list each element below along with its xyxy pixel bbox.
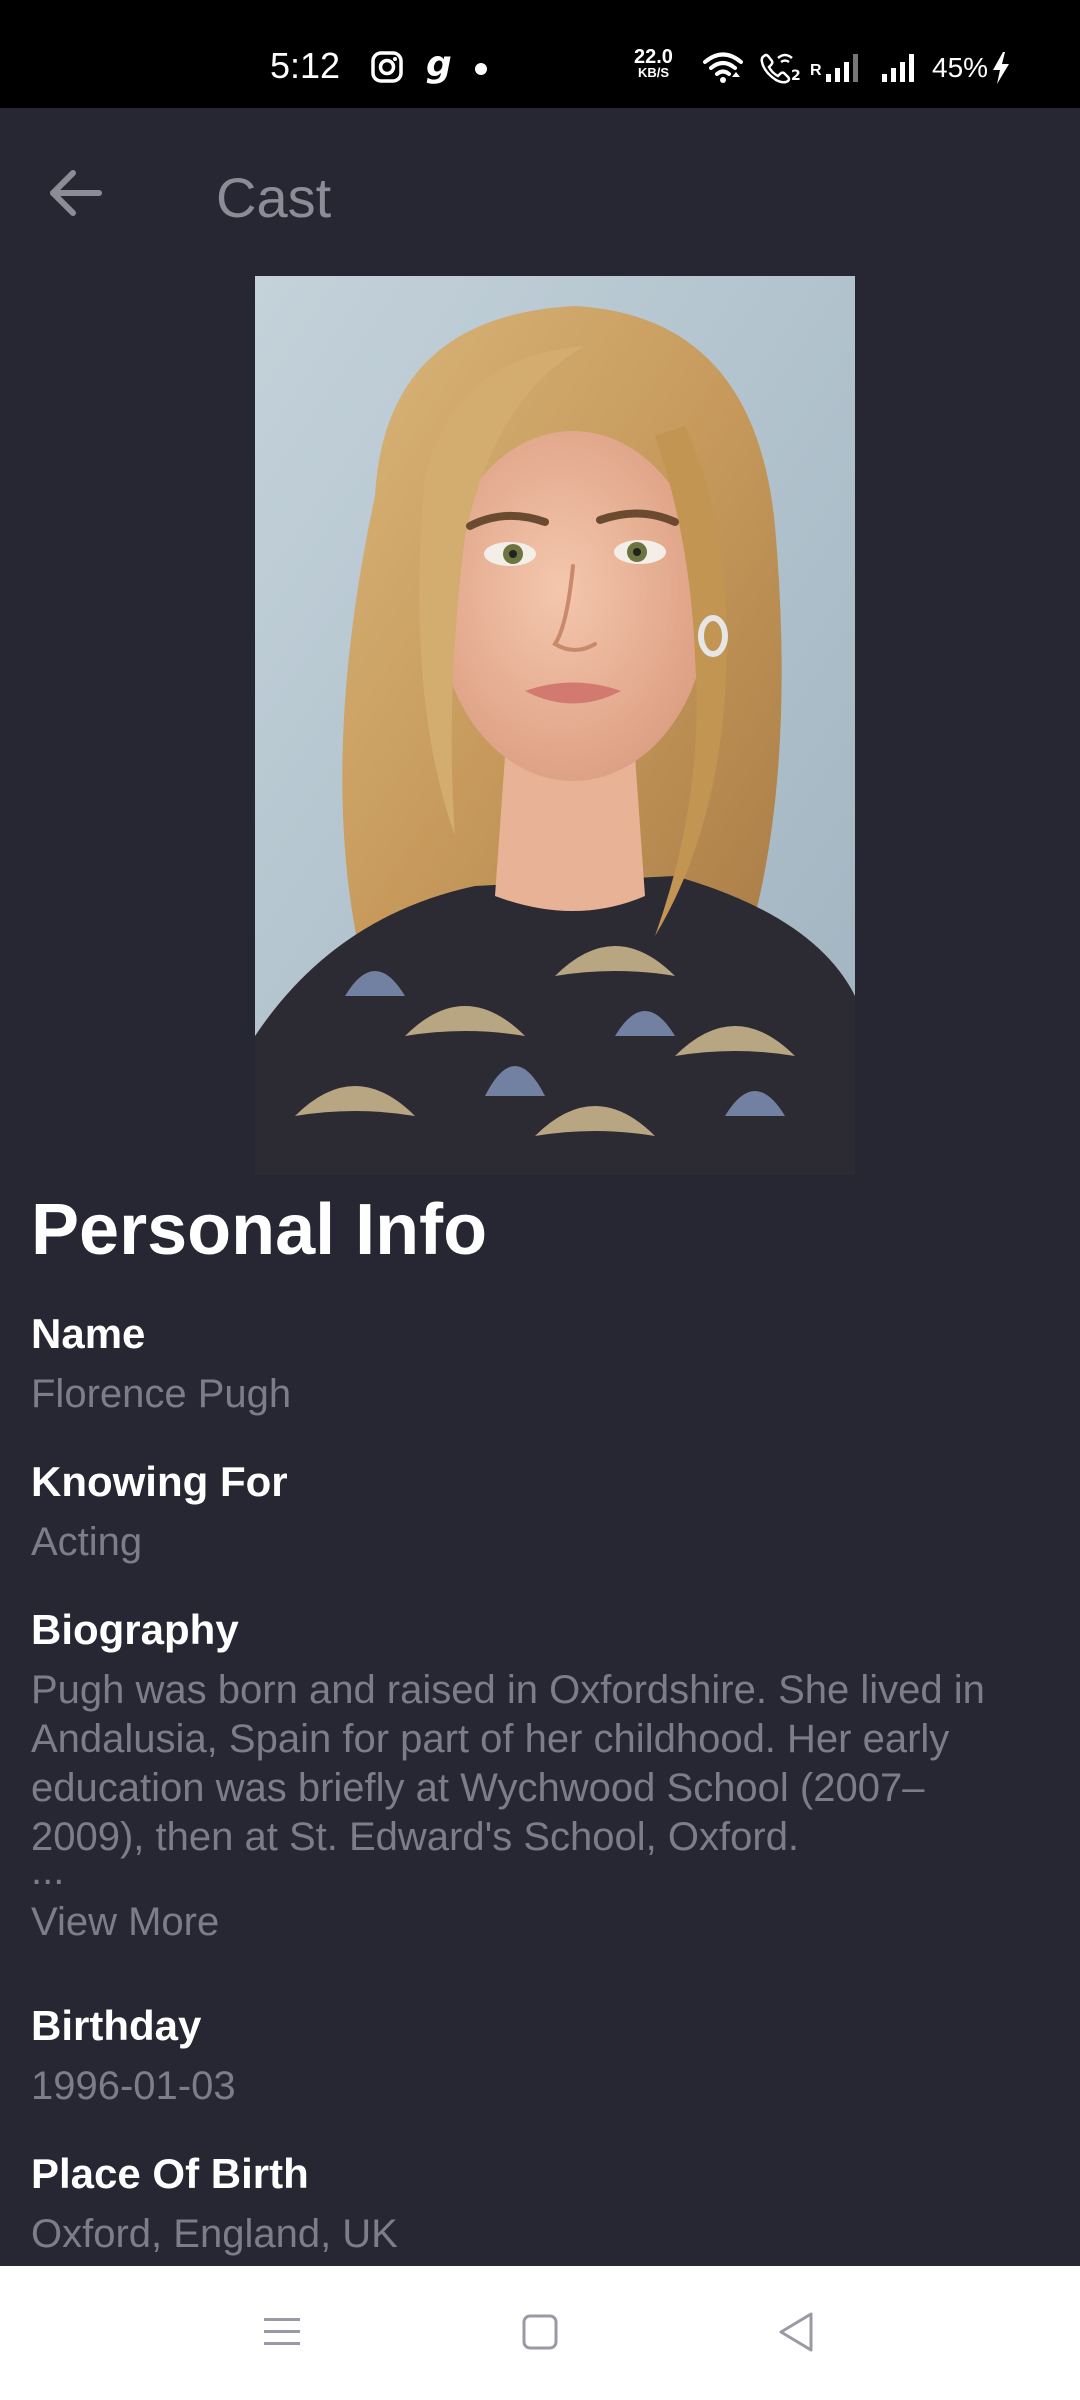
back-button[interactable]	[40, 160, 110, 230]
net-speed: 22.0 KB/S	[634, 46, 673, 80]
known-for-label: Knowing For	[31, 1458, 288, 1505]
biography-label: Biography	[31, 1606, 239, 1653]
menu-button[interactable]	[252, 2306, 312, 2362]
name-value: Florence Pugh	[31, 1372, 292, 1416]
system-nav-bar	[0, 2266, 1080, 2400]
birthday-value: 1996-01-03	[31, 2064, 236, 2108]
svg-text:2: 2	[791, 68, 801, 84]
back-triangle-icon	[776, 2310, 816, 2359]
g-app-icon: g	[424, 46, 454, 86]
signal-icon	[880, 50, 928, 84]
status-time: 5:12	[270, 45, 341, 86]
net-speed-unit: KB/S	[637, 65, 669, 80]
charging-icon	[990, 50, 1012, 86]
known-for-value: Acting	[31, 1520, 143, 1564]
wifi-icon	[702, 50, 744, 84]
place-of-birth-label: Place Of Birth	[31, 2150, 309, 2197]
signal-icon	[824, 50, 872, 84]
page-title: Cast	[216, 166, 332, 229]
app-bar: Cast	[0, 108, 1080, 276]
name-label: Name	[31, 1310, 146, 1357]
arrow-left-icon	[47, 168, 103, 223]
menu-icon	[262, 2315, 302, 2354]
svg-text:g: g	[426, 46, 452, 85]
place-of-birth-value: Oxford, England, UK	[31, 2212, 398, 2256]
instagram-icon	[370, 50, 404, 84]
birthday-label: Birthday	[31, 2002, 202, 2049]
net-speed-value: 22.0	[634, 46, 673, 68]
dot-icon	[474, 62, 488, 76]
biography-ellipsis: ...	[31, 1849, 65, 1893]
roaming-label: R	[810, 62, 822, 79]
wifi-calling-icon: 2	[758, 50, 804, 84]
view-more-link[interactable]: View More	[31, 1898, 219, 1946]
status-bar: 5:12 g 22.0 KB/S 2 R 45%	[0, 0, 1080, 108]
section-heading: Personal Info	[31, 1190, 488, 1270]
profile-photo	[255, 276, 855, 1175]
battery-percent: 45%	[932, 52, 989, 83]
home-button[interactable]	[510, 2306, 570, 2362]
back-nav-button[interactable]	[766, 2306, 826, 2362]
biography-value: Pugh was born and raised in Oxfordshire.…	[31, 1668, 985, 1859]
home-square-icon	[521, 2313, 559, 2356]
